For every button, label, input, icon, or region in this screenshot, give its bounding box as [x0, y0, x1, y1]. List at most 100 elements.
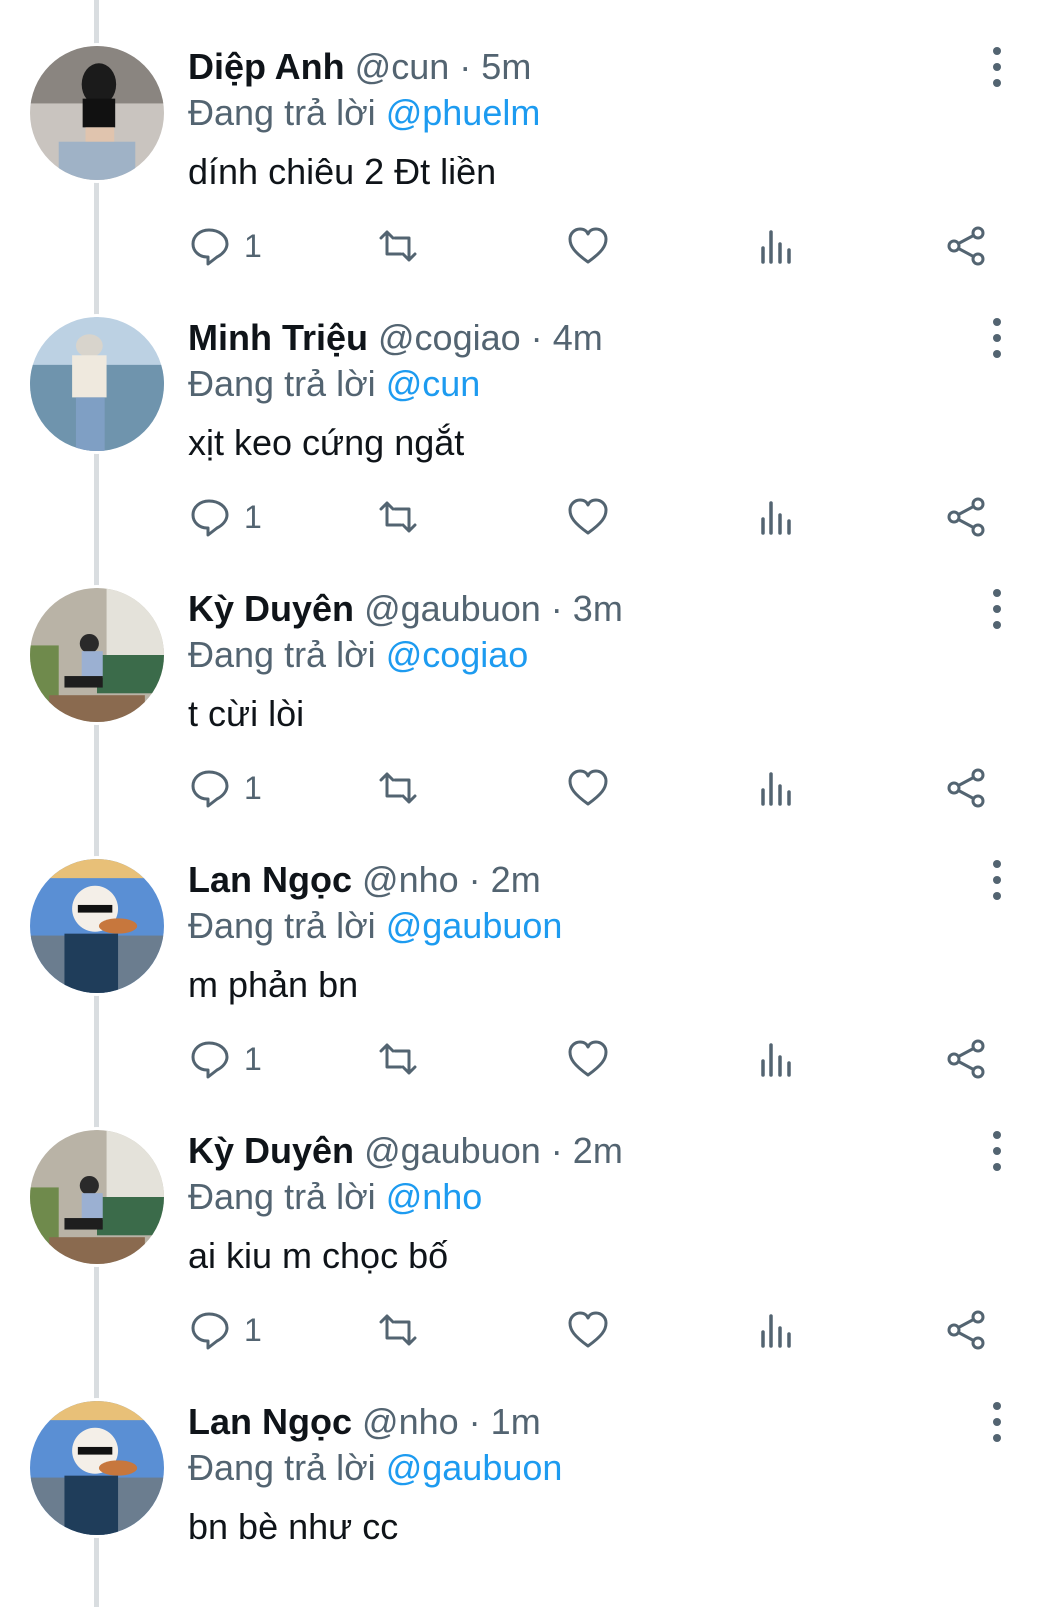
separator-dot: · [468, 859, 481, 900]
like-button[interactable] [566, 224, 610, 268]
heart-icon [568, 1040, 608, 1077]
like-button[interactable] [566, 1037, 610, 1081]
reply-button[interactable]: 1 [188, 224, 262, 268]
timestamp[interactable]: 4m [553, 317, 603, 358]
more-vertical-icon[interactable] [985, 1402, 1009, 1442]
replying-to-label: Đang trả lời [188, 92, 376, 133]
timestamp[interactable]: 3m [573, 588, 623, 629]
views-button[interactable] [754, 495, 798, 539]
replying-to-label: Đang trả lời [188, 634, 376, 675]
separator-dot: · [459, 46, 472, 87]
replying-to: Đang trả lời @nho [188, 1175, 482, 1219]
tweet[interactable]: Kỳ Duyên @gaubuon · 3m Đang trả lời @cog… [0, 542, 1042, 813]
more-vertical-icon[interactable] [985, 1131, 1009, 1171]
replying-to-mention[interactable]: @gaubuon [386, 905, 563, 946]
tweet-header: Lan Ngọc @nho · 2m [188, 858, 541, 902]
reply-count: 1 [244, 1041, 262, 1077]
analytics-icon [761, 1314, 791, 1348]
heart-icon [568, 498, 608, 535]
avatar[interactable] [27, 856, 167, 996]
reply-icon [191, 499, 229, 537]
replying-to-label: Đang trả lời [188, 363, 376, 404]
tweet-header: Lan Ngọc @nho · 1m [188, 1400, 541, 1444]
views-button[interactable] [754, 1037, 798, 1081]
avatar[interactable] [27, 585, 167, 725]
like-button[interactable] [566, 1308, 610, 1352]
display-name[interactable]: Kỳ Duyên [188, 588, 354, 629]
retweet-button[interactable] [376, 1308, 420, 1352]
reply-button[interactable]: 1 [188, 495, 262, 539]
share-icon [947, 497, 985, 537]
share-button[interactable] [944, 766, 988, 810]
user-handle[interactable]: @nho [362, 1401, 459, 1442]
timestamp[interactable]: 2m [491, 859, 541, 900]
reply-button[interactable]: 1 [188, 1037, 262, 1081]
like-button[interactable] [566, 495, 610, 539]
timestamp[interactable]: 2m [573, 1130, 623, 1171]
timestamp[interactable]: 1m [491, 1401, 541, 1442]
reply-icon [191, 228, 229, 266]
tweet[interactable]: Lan Ngọc @nho · 2m Đang trả lời @gaubuon… [0, 813, 1042, 1084]
action-bar: 1 [188, 1308, 998, 1352]
more-vertical-icon[interactable] [985, 589, 1009, 629]
analytics-icon [761, 230, 791, 264]
replying-to-mention[interactable]: @nho [386, 1176, 483, 1217]
views-button[interactable] [754, 1308, 798, 1352]
reply-button[interactable]: 1 [188, 1308, 262, 1352]
retweet-button[interactable] [376, 766, 420, 810]
tweet[interactable]: Kỳ Duyên @gaubuon · 2m Đang trả lời @nho… [0, 1084, 1042, 1355]
avatar[interactable] [27, 314, 167, 454]
heart-icon [568, 769, 608, 806]
retweet-icon [379, 230, 417, 262]
more-vertical-icon[interactable] [985, 318, 1009, 358]
retweet-button[interactable] [376, 1037, 420, 1081]
avatar[interactable] [27, 43, 167, 183]
views-button[interactable] [754, 766, 798, 810]
reply-icon [191, 1312, 229, 1350]
replying-to-mention[interactable]: @gaubuon [386, 1447, 563, 1488]
replying-to: Đang trả lời @cogiao [188, 633, 528, 677]
display-name[interactable]: Lan Ngọc [188, 859, 352, 900]
replying-to-mention[interactable]: @cogiao [386, 634, 529, 675]
reply-icon [191, 1041, 229, 1079]
tweet-text: bn bè như cc [188, 1506, 399, 1547]
reply-count: 1 [244, 499, 262, 535]
avatar[interactable] [27, 1127, 167, 1267]
retweet-button[interactable] [376, 224, 420, 268]
like-button[interactable] [566, 766, 610, 810]
more-vertical-icon[interactable] [985, 860, 1009, 900]
views-button[interactable] [754, 224, 798, 268]
action-bar: 1 [188, 766, 998, 810]
display-name[interactable]: Diệp Anh [188, 46, 345, 87]
share-button[interactable] [944, 1308, 988, 1352]
separator-dot: · [550, 588, 563, 629]
reply-button[interactable]: 1 [188, 766, 262, 810]
tweet[interactable]: Lan Ngọc @nho · 1m Đang trả lời @gaubuon… [0, 1355, 1042, 1607]
tweet[interactable]: Diệp Anh @cun · 5m Đang trả lời @phuelm … [0, 0, 1042, 271]
display-name[interactable]: Kỳ Duyên [188, 1130, 354, 1171]
replying-to-mention[interactable]: @cun [386, 363, 481, 404]
user-handle[interactable]: @gaubuon [364, 588, 541, 629]
share-button[interactable] [944, 224, 988, 268]
share-button[interactable] [944, 1037, 988, 1081]
user-handle[interactable]: @gaubuon [364, 1130, 541, 1171]
user-handle[interactable]: @cogiao [378, 317, 521, 358]
retweet-button[interactable] [376, 495, 420, 539]
display-name[interactable]: Lan Ngọc [188, 1401, 352, 1442]
tweet[interactable]: Minh Triệu @cogiao · 4m Đang trả lời @cu… [0, 271, 1042, 542]
timestamp[interactable]: 5m [481, 46, 531, 87]
avatar[interactable] [27, 1398, 167, 1538]
user-handle[interactable]: @nho [362, 859, 459, 900]
replying-to-label: Đang trả lời [188, 905, 376, 946]
retweet-icon [379, 772, 417, 804]
more-vertical-icon[interactable] [985, 47, 1009, 87]
reply-thread: Diệp Anh @cun · 5m Đang trả lời @phuelm … [0, 0, 1042, 1607]
display-name[interactable]: Minh Triệu [188, 317, 368, 358]
reply-icon [191, 770, 229, 808]
action-bar: 1 [188, 495, 998, 539]
tweet-text: m phản bn [188, 964, 359, 1005]
replying-to-mention[interactable]: @phuelm [386, 92, 541, 133]
user-handle[interactable]: @cun [355, 46, 450, 87]
share-button[interactable] [944, 495, 988, 539]
share-icon [947, 226, 985, 266]
